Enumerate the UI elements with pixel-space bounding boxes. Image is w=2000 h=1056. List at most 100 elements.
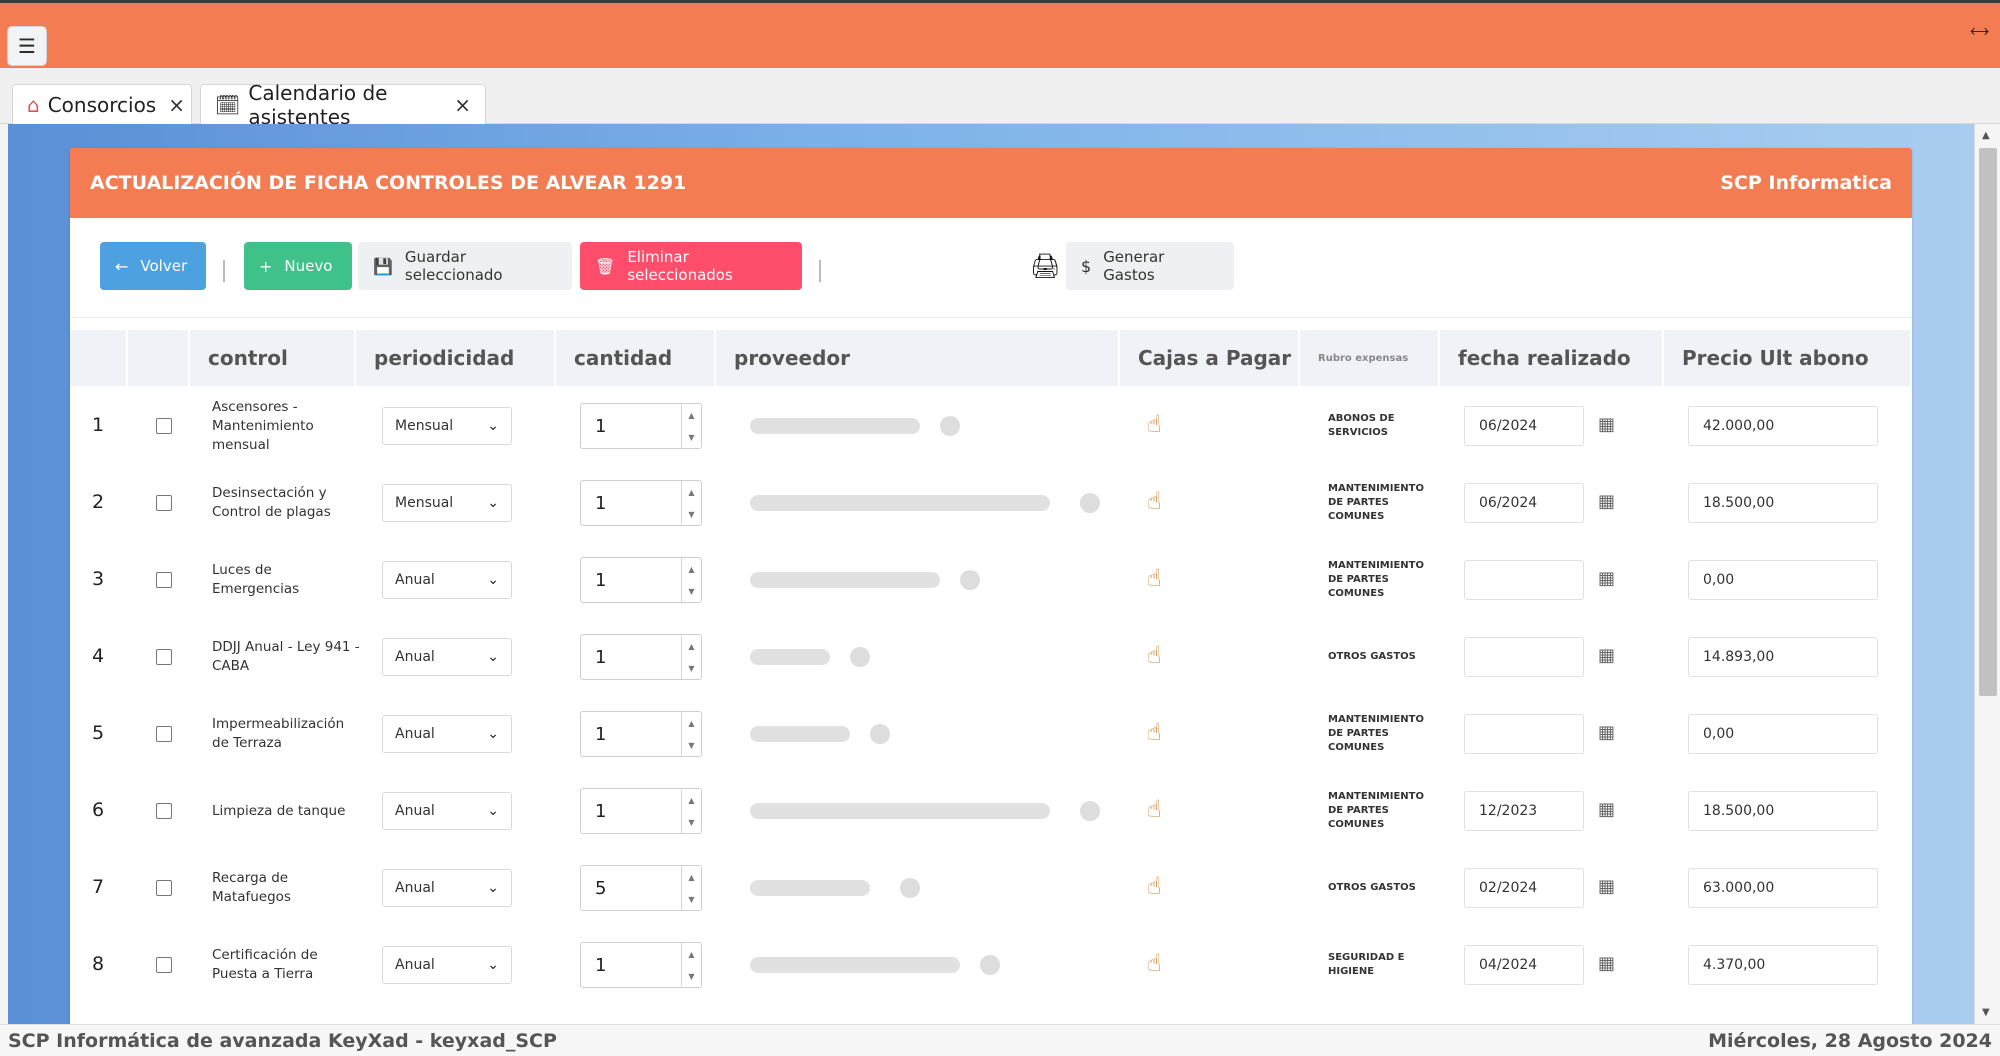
calendar-icon[interactable]: ▦: [1598, 876, 1615, 897]
cantidad-stepper[interactable]: 5 ▲ ▼: [580, 865, 702, 911]
periodicidad-select[interactable]: Anual ⌄: [382, 638, 512, 676]
hamburger-icon[interactable]: ☰: [7, 26, 47, 66]
vertical-scrollbar[interactable]: ▲ ▼: [1974, 124, 2000, 1024]
spinner-icon[interactable]: ▲ ▼: [681, 481, 701, 525]
spinner-icon[interactable]: ▲ ▼: [681, 635, 701, 679]
periodicidad-select[interactable]: Anual ⌄: [382, 946, 512, 984]
generar-gastos-button[interactable]: $ Generar Gastos: [1066, 242, 1234, 290]
proveedor-field[interactable]: [750, 637, 1110, 677]
scroll-up-icon[interactable]: ▲: [1982, 130, 1990, 141]
hand-pointer-icon[interactable]: ☝: [1147, 795, 1162, 823]
cantidad-stepper[interactable]: 1 ▲ ▼: [580, 711, 702, 757]
clear-icon[interactable]: [900, 878, 920, 898]
close-icon[interactable]: ×: [454, 93, 471, 117]
scroll-down-icon[interactable]: ▼: [1982, 1007, 1990, 1018]
calendar-icon[interactable]: ▦: [1598, 722, 1615, 743]
periodicidad-select[interactable]: Anual ⌄: [382, 561, 512, 599]
fecha-input[interactable]: [1464, 637, 1584, 677]
spinner-icon[interactable]: ▲ ▼: [681, 404, 701, 448]
precio-input[interactable]: 18.500,00: [1688, 791, 1878, 831]
cantidad-value: 1: [595, 493, 607, 514]
tab-label: Calendario de asistentes: [248, 80, 388, 129]
guardar-button[interactable]: 💾 Guardar seleccionado: [358, 242, 572, 290]
row-checkbox[interactable]: [156, 803, 172, 819]
proveedor-field[interactable]: [750, 483, 1110, 523]
proveedor-field[interactable]: [750, 945, 1110, 985]
precio-input[interactable]: 14.893,00: [1688, 637, 1878, 677]
row-checkbox[interactable]: [156, 495, 172, 511]
clear-icon[interactable]: [850, 647, 870, 667]
precio-input[interactable]: 0,00: [1688, 560, 1878, 600]
fecha-input[interactable]: 06/2024: [1464, 406, 1584, 446]
clear-icon[interactable]: [960, 570, 980, 590]
precio-input[interactable]: 18.500,00: [1688, 483, 1878, 523]
cantidad-stepper[interactable]: 1 ▲ ▼: [580, 634, 702, 680]
hand-pointer-icon[interactable]: ☝: [1147, 564, 1162, 592]
calendar-icon[interactable]: ▦: [1598, 953, 1615, 974]
calendar-icon[interactable]: ▦: [1598, 568, 1615, 589]
spinner-icon[interactable]: ▲ ▼: [681, 789, 701, 833]
periodicidad-select[interactable]: Anual ⌄: [382, 792, 512, 830]
proveedor-field[interactable]: [750, 868, 1110, 908]
cantidad-stepper[interactable]: 1 ▲ ▼: [580, 788, 702, 834]
volver-button[interactable]: ← Volver: [100, 242, 206, 290]
fecha-input[interactable]: 02/2024: [1464, 868, 1584, 908]
cantidad-stepper[interactable]: 1 ▲ ▼: [580, 557, 702, 603]
tab-consorcios[interactable]: ⌂ Consorcios ×: [12, 84, 192, 124]
proveedor-field[interactable]: [750, 560, 1110, 600]
fecha-input[interactable]: [1464, 714, 1584, 754]
fecha-input[interactable]: 12/2023: [1464, 791, 1584, 831]
tab-calendario[interactable]: 🗓 Calendario de asistentes ×: [200, 81, 486, 129]
precio-input[interactable]: 4.370,00: [1688, 945, 1878, 985]
cantidad-stepper[interactable]: 1 ▲ ▼: [580, 480, 702, 526]
spinner-icon[interactable]: ▲ ▼: [681, 866, 701, 910]
row-checkbox[interactable]: [156, 726, 172, 742]
calendar-icon[interactable]: ▦: [1598, 799, 1615, 820]
clear-icon[interactable]: [1080, 493, 1100, 513]
fecha-input[interactable]: 04/2024: [1464, 945, 1584, 985]
periodicidad-select[interactable]: Mensual ⌄: [382, 484, 512, 522]
hand-pointer-icon[interactable]: ☝: [1147, 641, 1162, 669]
calendar-icon[interactable]: ▦: [1598, 414, 1615, 435]
precio-input[interactable]: 42.000,00: [1688, 406, 1878, 446]
row-checkbox[interactable]: [156, 572, 172, 588]
clear-icon[interactable]: [980, 955, 1000, 975]
eliminar-button[interactable]: 🗑 Eliminar seleccionados: [580, 242, 802, 290]
periodicidad-select[interactable]: Anual ⌄: [382, 715, 512, 753]
proveedor-field[interactable]: [750, 714, 1110, 754]
plus-icon: +: [259, 256, 273, 276]
print-icon[interactable]: 🖨: [1030, 252, 1060, 280]
periodicidad-select[interactable]: Mensual ⌄: [382, 407, 512, 445]
hand-pointer-icon[interactable]: ☝: [1147, 872, 1162, 900]
close-icon[interactable]: ×: [168, 93, 185, 117]
clear-icon[interactable]: [1080, 801, 1100, 821]
precio-input[interactable]: 63.000,00: [1688, 868, 1878, 908]
proveedor-field[interactable]: [750, 406, 1110, 446]
hand-pointer-icon[interactable]: ☝: [1147, 718, 1162, 746]
row-checkbox[interactable]: [156, 880, 172, 896]
row-checkbox[interactable]: [156, 649, 172, 665]
periodicidad-select[interactable]: Anual ⌄: [382, 869, 512, 907]
fecha-input[interactable]: 06/2024: [1464, 483, 1584, 523]
spinner-icon[interactable]: ▲ ▼: [681, 943, 701, 987]
nuevo-button[interactable]: + Nuevo: [244, 242, 352, 290]
clear-icon[interactable]: [940, 416, 960, 436]
cantidad-stepper[interactable]: 1 ▲ ▼: [580, 942, 702, 988]
spinner-icon[interactable]: ▲ ▼: [681, 712, 701, 756]
hand-pointer-icon[interactable]: ☝: [1147, 949, 1162, 977]
scroll-thumb[interactable]: [1979, 148, 1997, 696]
spinner-icon[interactable]: ▲ ▼: [681, 558, 701, 602]
hand-pointer-icon[interactable]: ☝: [1147, 487, 1162, 515]
row-checkbox[interactable]: [156, 418, 172, 434]
proveedor-field[interactable]: [750, 791, 1110, 831]
expand-icon[interactable]: ⤢: [1966, 19, 1991, 44]
periodicidad-value: Anual: [395, 803, 435, 819]
hand-pointer-icon[interactable]: ☝: [1147, 410, 1162, 438]
row-checkbox[interactable]: [156, 957, 172, 973]
precio-input[interactable]: 0,00: [1688, 714, 1878, 754]
calendar-icon[interactable]: ▦: [1598, 491, 1615, 512]
calendar-icon[interactable]: ▦: [1598, 645, 1615, 666]
clear-icon[interactable]: [870, 724, 890, 744]
cantidad-stepper[interactable]: 1 ▲ ▼: [580, 403, 702, 449]
fecha-input[interactable]: [1464, 560, 1584, 600]
